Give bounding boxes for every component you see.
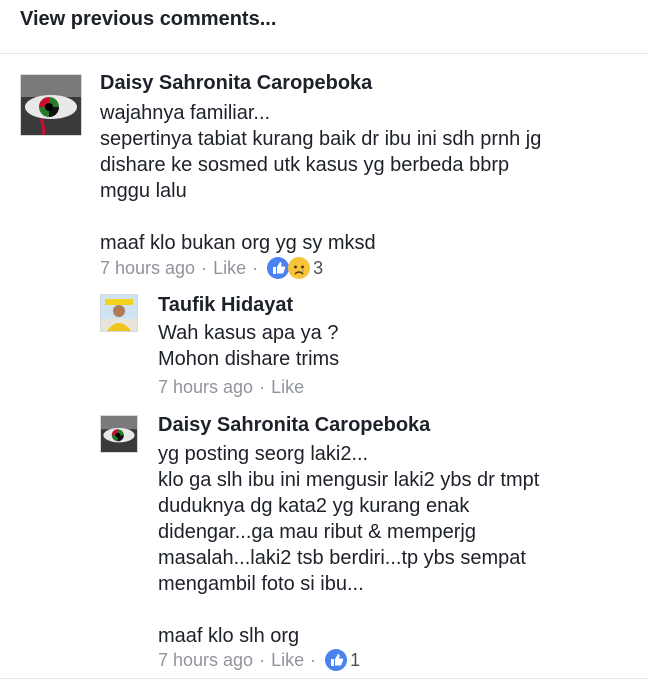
like-button[interactable]: Like [213,258,246,279]
separator-dot: · [252,257,259,278]
comment-meta: 7 hours ago · Like · 3 [100,256,323,280]
reactions-summary[interactable]: 1 [324,648,360,672]
divider [0,678,649,679]
separator-dot: · [201,257,208,278]
like-button[interactable]: Like [271,650,304,671]
person-avatar-icon [101,295,137,331]
eye-avatar-icon [101,416,137,452]
avatar[interactable] [100,294,138,332]
comment-timestamp[interactable]: 7 hours ago [100,258,195,279]
like-icon [325,649,348,671]
reaction-count: 3 [313,257,324,278]
comment-meta: 7 hours ago · Like · 1 [158,648,360,672]
reaction-count: 1 [350,649,361,670]
reactions-summary[interactable]: 3 [266,256,323,280]
separator-dot: · [259,649,266,670]
comment-timestamp[interactable]: 7 hours ago [158,650,253,671]
sad-icon [288,257,311,279]
comment-author[interactable]: Taufik Hidayat [158,294,293,317]
comment-author[interactable]: Daisy Sahronita Caropeboka [158,414,430,437]
avatar[interactable] [100,415,138,453]
comment-text: yg posting seorg laki2... klo ga slh ibu… [158,443,540,647]
avatar[interactable] [20,74,82,136]
separator-dot: · [310,649,317,670]
eye-avatar-icon [21,75,81,135]
separator-dot: · [259,377,266,397]
comment-text: wajahnya familiar... sepertinya tabiat k… [100,102,542,254]
comment-meta: 7 hours ago · Like [158,377,304,398]
view-previous-comments-link[interactable]: View previous comments... [20,8,276,31]
divider [0,53,649,54]
comment-text: Wah kasus apa ya ? Mohon dishare trims [158,322,340,370]
like-button[interactable]: Like [271,377,304,398]
comment-timestamp[interactable]: 7 hours ago [158,377,253,398]
comment-author[interactable]: Daisy Sahronita Caropeboka [100,72,372,95]
